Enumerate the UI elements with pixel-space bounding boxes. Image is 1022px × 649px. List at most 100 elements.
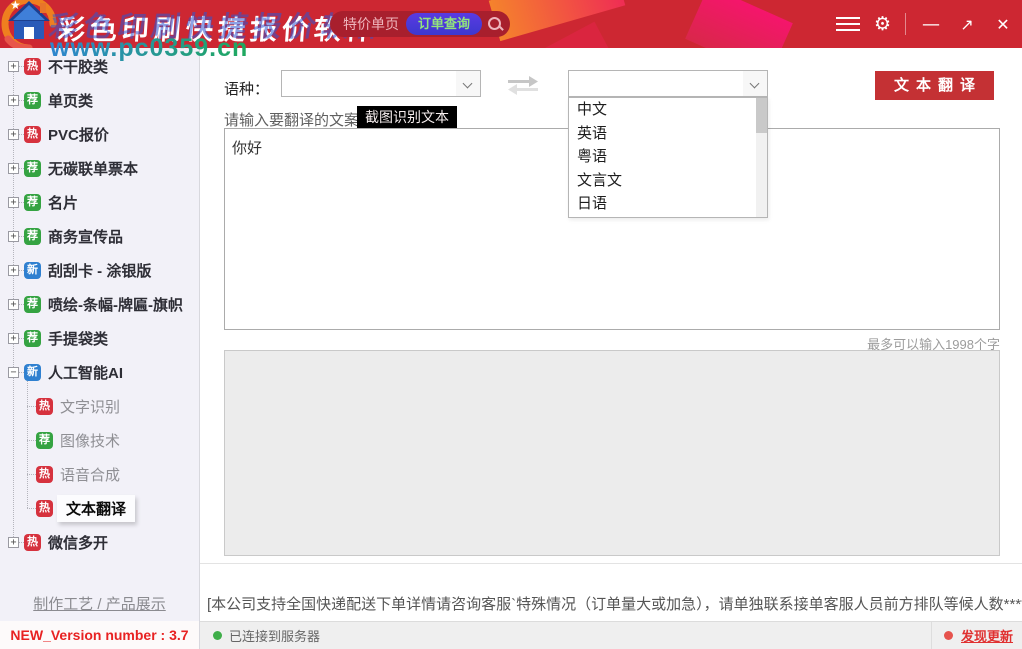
hot-badge: 热: [36, 398, 53, 415]
sidebar-item[interactable]: + 荐名片: [0, 185, 199, 219]
rec-badge: 荐: [24, 194, 41, 211]
tree-item-label: 无碳联单票本: [48, 158, 138, 179]
maximize-button[interactable]: ↗: [956, 15, 978, 34]
target-language-select[interactable]: [568, 70, 768, 97]
sidebar-subitem[interactable]: 荐图像技术: [0, 423, 199, 457]
update-status-icon: [944, 631, 953, 640]
dropdown-option[interactable]: 中文: [569, 98, 767, 122]
tree-item-label: 语音合成: [60, 464, 120, 485]
update-available-link[interactable]: 发现更新: [961, 626, 1013, 645]
sidebar-item[interactable]: −新人工智能AI: [0, 355, 199, 389]
sidebar-item[interactable]: + 热微信多开: [0, 525, 199, 559]
hot-badge: 热: [24, 126, 41, 143]
swap-languages-icon[interactable]: [505, 74, 541, 96]
status-bar: 已连接到服务器 发现更新: [200, 621, 1022, 649]
tree-item-label: 人工智能AI: [48, 362, 123, 383]
expand-icon[interactable]: +: [8, 61, 19, 72]
rec-badge: 荐: [24, 160, 41, 177]
hot-badge: 热: [24, 534, 41, 551]
dropdown-option[interactable]: 文言文: [569, 169, 767, 193]
decor-shape: [685, 0, 793, 48]
expand-icon[interactable]: +: [8, 265, 19, 276]
translation-result-area[interactable]: [224, 350, 1000, 556]
rec-badge: 荐: [24, 296, 41, 313]
craft-product-link[interactable]: 制作工艺 / 产品展示: [0, 593, 199, 614]
tree-item-label: 商务宣传品: [48, 226, 123, 247]
search-icon[interactable]: [485, 14, 505, 34]
new-badge: 新: [24, 262, 41, 279]
language-dropdown-list: 中文英语粤语文言文日语: [568, 97, 768, 218]
sidebar-item[interactable]: + 荐无碳联单票本: [0, 151, 199, 185]
expand-icon[interactable]: +: [8, 231, 19, 242]
sidebar-tree: +热不干胶类+荐单页类+热PVC报价+荐无碳联单票本+荐名片+荐商务宣传品+新刮…: [0, 49, 199, 559]
sidebar-item[interactable]: + 荐喷绘-条幅-牌匾-旗帜: [0, 287, 199, 321]
dropdown-scrollbar[interactable]: [756, 98, 767, 217]
new-badge: 新: [24, 364, 41, 381]
tree-item-label: 文本翻译: [57, 495, 135, 522]
sidebar-item[interactable]: + 荐单页类: [0, 83, 199, 117]
hot-badge: 热: [24, 58, 41, 75]
expand-icon[interactable]: +: [8, 129, 19, 140]
close-button[interactable]: ✕: [992, 15, 1014, 34]
language-label: 语种：: [224, 78, 269, 99]
search-bar[interactable]: 特价单页 订单查询: [330, 11, 510, 37]
rec-badge: 荐: [24, 330, 41, 347]
dropdown-option[interactable]: 日语: [569, 192, 767, 216]
rec-badge: 荐: [36, 432, 53, 449]
app-window: ★ 彩色印刷快捷报价软件 彩色印刷快捷报价软件 特价单页 订单查询 ⚙ — ↗ …: [0, 0, 1022, 649]
tree-item-label: 图像技术: [60, 430, 120, 451]
sidebar-subitem[interactable]: 热语音合成: [0, 457, 199, 491]
tree-item-label: 喷绘-条幅-牌匾-旗帜: [48, 294, 183, 315]
tree-item-label: 微信多开: [48, 532, 108, 553]
screenshot-ocr-button[interactable]: 截图识别文本: [357, 106, 457, 129]
expand-icon[interactable]: +: [8, 299, 19, 310]
divider: [931, 622, 932, 649]
order-query-button[interactable]: 订单查询: [406, 13, 482, 35]
dropdown-options: 中文英语粤语文言文日语: [569, 98, 767, 216]
main-panel: 语种： 中文英语粤语文言文日语 文本翻译: [200, 48, 1022, 621]
minimize-button[interactable]: —: [920, 14, 942, 35]
divider: [905, 13, 906, 35]
tree-item-label: 名片: [48, 192, 78, 213]
svg-text:★: ★: [10, 0, 21, 12]
hot-badge: 热: [36, 466, 53, 483]
rec-badge: 荐: [24, 228, 41, 245]
window-controls: ⚙ — ↗ ✕: [836, 0, 1014, 48]
service-notice: [本公司支持全国快递配送下单详情请咨询客服`特殊情况（订单量大或加急），请单独联…: [207, 593, 1022, 614]
tree-item-label: 刮刮卡 - 涂银版: [48, 260, 151, 281]
tree-item-label: PVC报价: [48, 124, 109, 145]
settings-gear-icon[interactable]: ⚙: [874, 15, 891, 34]
expand-icon[interactable]: +: [8, 197, 19, 208]
rec-badge: 荐: [24, 92, 41, 109]
sidebar-subitem[interactable]: 热文字识别: [0, 389, 199, 423]
translate-button[interactable]: 文本翻译: [875, 71, 994, 100]
connection-status-text: 已连接到服务器: [229, 626, 320, 645]
collapse-icon[interactable]: −: [8, 367, 19, 378]
tree-item-label: 文字识别: [60, 396, 120, 417]
expand-icon[interactable]: +: [8, 95, 19, 106]
sidebar-item[interactable]: + 新刮刮卡 - 涂银版: [0, 253, 199, 287]
sidebar: +热不干胶类+荐单页类+热PVC报价+荐无碳联单票本+荐名片+荐商务宣传品+新刮…: [0, 48, 200, 621]
divider: [200, 563, 1022, 564]
expand-icon[interactable]: +: [8, 163, 19, 174]
dropdown-option[interactable]: 粤语: [569, 145, 767, 169]
site-watermark: www.pc0359.cn: [50, 34, 248, 63]
sidebar-subitem[interactable]: 热文本翻译: [0, 491, 199, 525]
tree-item-label: 手提袋类: [48, 328, 108, 349]
menu-icon[interactable]: [836, 17, 860, 31]
expand-icon[interactable]: +: [8, 537, 19, 548]
hot-badge: 热: [36, 500, 53, 517]
sidebar-item[interactable]: + 荐商务宣传品: [0, 219, 199, 253]
search-input[interactable]: 特价单页: [343, 14, 406, 34]
input-prompt-label: 请输入要翻译的文案：: [224, 109, 374, 130]
scrollbar-thumb[interactable]: [756, 98, 767, 133]
connected-status-icon: [213, 631, 222, 640]
version-label: NEW_Version number : 3.7: [0, 621, 200, 649]
dropdown-option[interactable]: 英语: [569, 122, 767, 146]
bottom-bar: NEW_Version number : 3.7 已连接到服务器 发现更新: [0, 621, 1022, 649]
expand-icon[interactable]: +: [8, 333, 19, 344]
source-language-select[interactable]: [281, 70, 481, 97]
sidebar-item[interactable]: + 热 PVC报价: [0, 117, 199, 151]
sidebar-item[interactable]: + 荐手提袋类: [0, 321, 199, 355]
tree-item-label: 单页类: [48, 90, 93, 111]
